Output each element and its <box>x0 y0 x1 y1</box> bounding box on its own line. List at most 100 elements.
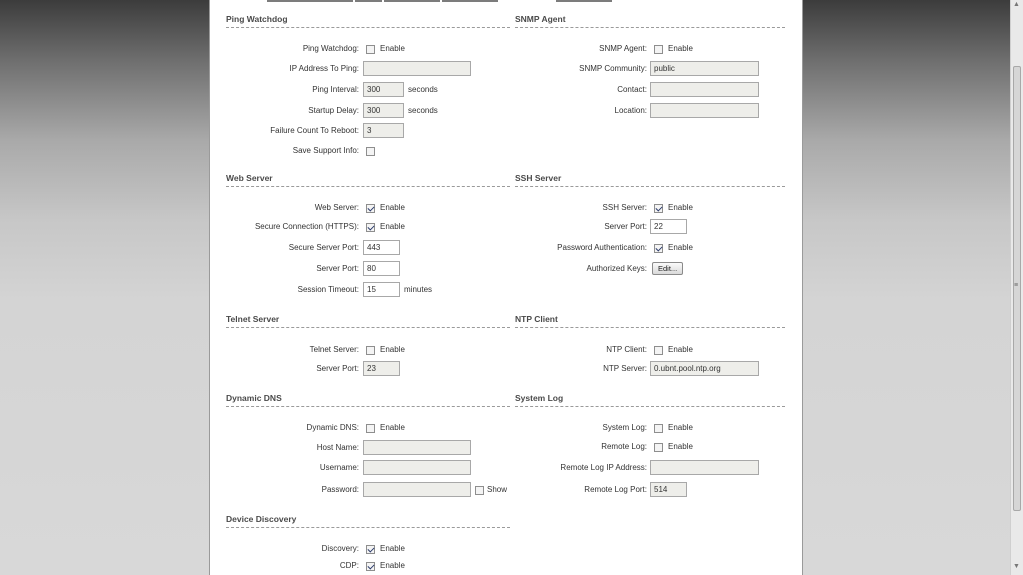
web-server-enable-text: Enable <box>380 203 405 212</box>
ping-interval-unit: seconds <box>408 85 438 94</box>
section-title-snmp-agent: SNMP Agent <box>515 14 785 28</box>
cdp-checkbox[interactable] <box>366 562 375 571</box>
session-timeout-unit: minutes <box>404 285 433 294</box>
ping-watchdog-enable-text: Enable <box>380 44 405 53</box>
ping-interval-input[interactable]: 300 <box>363 82 404 97</box>
remote-log-ip-label: Remote Log IP Address: <box>560 463 647 472</box>
https-label: Secure Connection (HTTPS): <box>254 222 359 231</box>
discovery-enable-text: Enable <box>380 544 405 553</box>
section-title-device-discovery: Device Discovery <box>226 514 510 528</box>
ntp-client-label: NTP Client: <box>606 345 647 354</box>
remote-log-checkbox[interactable] <box>654 443 663 452</box>
snmp-community-label: SNMP Community: <box>579 64 647 73</box>
vertical-scrollbar[interactable]: ▲ ≡ ▼ <box>1010 0 1023 575</box>
tab-edge[interactable] <box>442 0 498 2</box>
show-password-text: Show <box>487 485 508 494</box>
system-log-checkbox[interactable] <box>654 424 663 433</box>
session-timeout-input[interactable]: 15 <box>363 282 400 297</box>
password-auth-label: Password Authentication: <box>557 243 647 252</box>
host-name-label: Host Name: <box>316 443 359 452</box>
section-title-system-log: System Log <box>515 393 785 407</box>
password-label: Password: <box>321 485 359 494</box>
ntp-server-input[interactable]: 0.ubnt.pool.ntp.org <box>650 361 759 376</box>
startup-delay-input[interactable]: 300 <box>363 103 404 118</box>
snmp-agent-label: SNMP Agent: <box>599 44 647 53</box>
secure-port-label: Secure Server Port: <box>288 243 359 252</box>
web-server-label: Web Server: <box>314 203 359 212</box>
system-log-enable-text: Enable <box>668 423 693 432</box>
telnet-server-enable-text: Enable <box>380 345 405 354</box>
section-title-telnet-server: Telnet Server <box>226 314 510 328</box>
tab-edge[interactable] <box>355 0 382 2</box>
telnet-server-checkbox[interactable] <box>366 346 375 355</box>
snmp-agent-enable-text: Enable <box>668 44 693 53</box>
ping-interval-label: Ping Interval: <box>312 85 359 94</box>
startup-delay-unit: seconds <box>408 106 438 115</box>
scrollbar-grip-icon: ≡ <box>1014 282 1019 289</box>
dynamic-dns-enable-text: Enable <box>380 423 405 432</box>
ssh-server-enable-text: Enable <box>668 203 693 212</box>
https-checkbox[interactable] <box>366 223 375 232</box>
failure-count-input[interactable]: 3 <box>363 123 404 138</box>
top-tab-strip <box>210 0 802 2</box>
tab-edge[interactable] <box>384 0 440 2</box>
remote-log-port-input[interactable]: 514 <box>650 482 687 497</box>
password-auth-checkbox[interactable] <box>654 244 663 253</box>
tab-edge[interactable] <box>556 0 612 2</box>
contact-input[interactable] <box>650 82 759 97</box>
save-support-label: Save Support Info: <box>292 146 359 155</box>
section-title-ssh-server: SSH Server <box>515 173 785 187</box>
section-title-dynamic-dns: Dynamic DNS <box>226 393 510 407</box>
tab-edge[interactable] <box>267 0 353 2</box>
cdp-enable-text: Enable <box>380 561 405 570</box>
https-enable-text: Enable <box>380 222 405 231</box>
contact-label: Contact: <box>617 85 647 94</box>
remote-log-ip-input[interactable] <box>650 460 759 475</box>
system-log-label: System Log: <box>602 423 647 432</box>
discovery-label: Discovery: <box>321 544 359 553</box>
server-port-label: Server Port: <box>316 264 359 273</box>
startup-delay-label: Startup Delay: <box>308 106 359 115</box>
section-title-web-server: Web Server <box>226 173 510 187</box>
remote-log-label: Remote Log: <box>601 442 647 451</box>
snmp-community-input[interactable]: public <box>650 61 759 76</box>
username-input[interactable] <box>363 460 471 475</box>
username-label: Username: <box>319 463 359 472</box>
failure-count-label: Failure Count To Reboot: <box>270 126 359 135</box>
section-title-ping-watchdog: Ping Watchdog <box>226 14 510 28</box>
cdp-label: CDP: <box>339 561 359 570</box>
dynamic-dns-label: Dynamic DNS: <box>306 423 359 432</box>
secure-port-input[interactable]: 443 <box>363 240 400 255</box>
section-title-ntp-client: NTP Client <box>515 314 785 328</box>
scroll-down-arrow-icon[interactable]: ▼ <box>1013 563 1020 570</box>
discovery-checkbox[interactable] <box>366 545 375 554</box>
dynamic-dns-checkbox[interactable] <box>366 424 375 433</box>
session-timeout-label: Session Timeout: <box>297 285 359 294</box>
settings-panel: Ping Watchdog Ping Watchdog: Enable IP A… <box>209 0 803 575</box>
ip-to-ping-input[interactable] <box>363 61 471 76</box>
ping-watchdog-label: Ping Watchdog: <box>302 44 359 53</box>
host-name-input[interactable] <box>363 440 471 455</box>
telnet-server-label: Telnet Server: <box>309 345 359 354</box>
ssh-server-label: SSH Server: <box>602 203 647 212</box>
ntp-client-checkbox[interactable] <box>654 346 663 355</box>
password-auth-enable-text: Enable <box>668 243 693 252</box>
snmp-agent-checkbox[interactable] <box>654 45 663 54</box>
authorized-keys-edit-button[interactable]: Edit... <box>652 262 684 275</box>
show-password-checkbox[interactable] <box>475 486 484 495</box>
ntp-server-label: NTP Server: <box>603 364 647 373</box>
telnet-port-input[interactable]: 23 <box>363 361 400 376</box>
location-input[interactable] <box>650 103 759 118</box>
scroll-up-arrow-icon[interactable]: ▲ <box>1013 1 1020 8</box>
telnet-port-label: Server Port: <box>316 364 359 373</box>
ssh-port-input[interactable]: 22 <box>650 219 687 234</box>
save-support-checkbox[interactable] <box>366 147 375 156</box>
web-server-checkbox[interactable] <box>366 204 375 213</box>
location-label: Location: <box>614 106 647 115</box>
ip-to-ping-label: IP Address To Ping: <box>289 64 359 73</box>
ssh-server-checkbox[interactable] <box>654 204 663 213</box>
password-input[interactable] <box>363 482 471 497</box>
ntp-client-enable-text: Enable <box>668 345 693 354</box>
ping-watchdog-checkbox[interactable] <box>366 45 375 54</box>
server-port-input[interactable]: 80 <box>363 261 400 276</box>
